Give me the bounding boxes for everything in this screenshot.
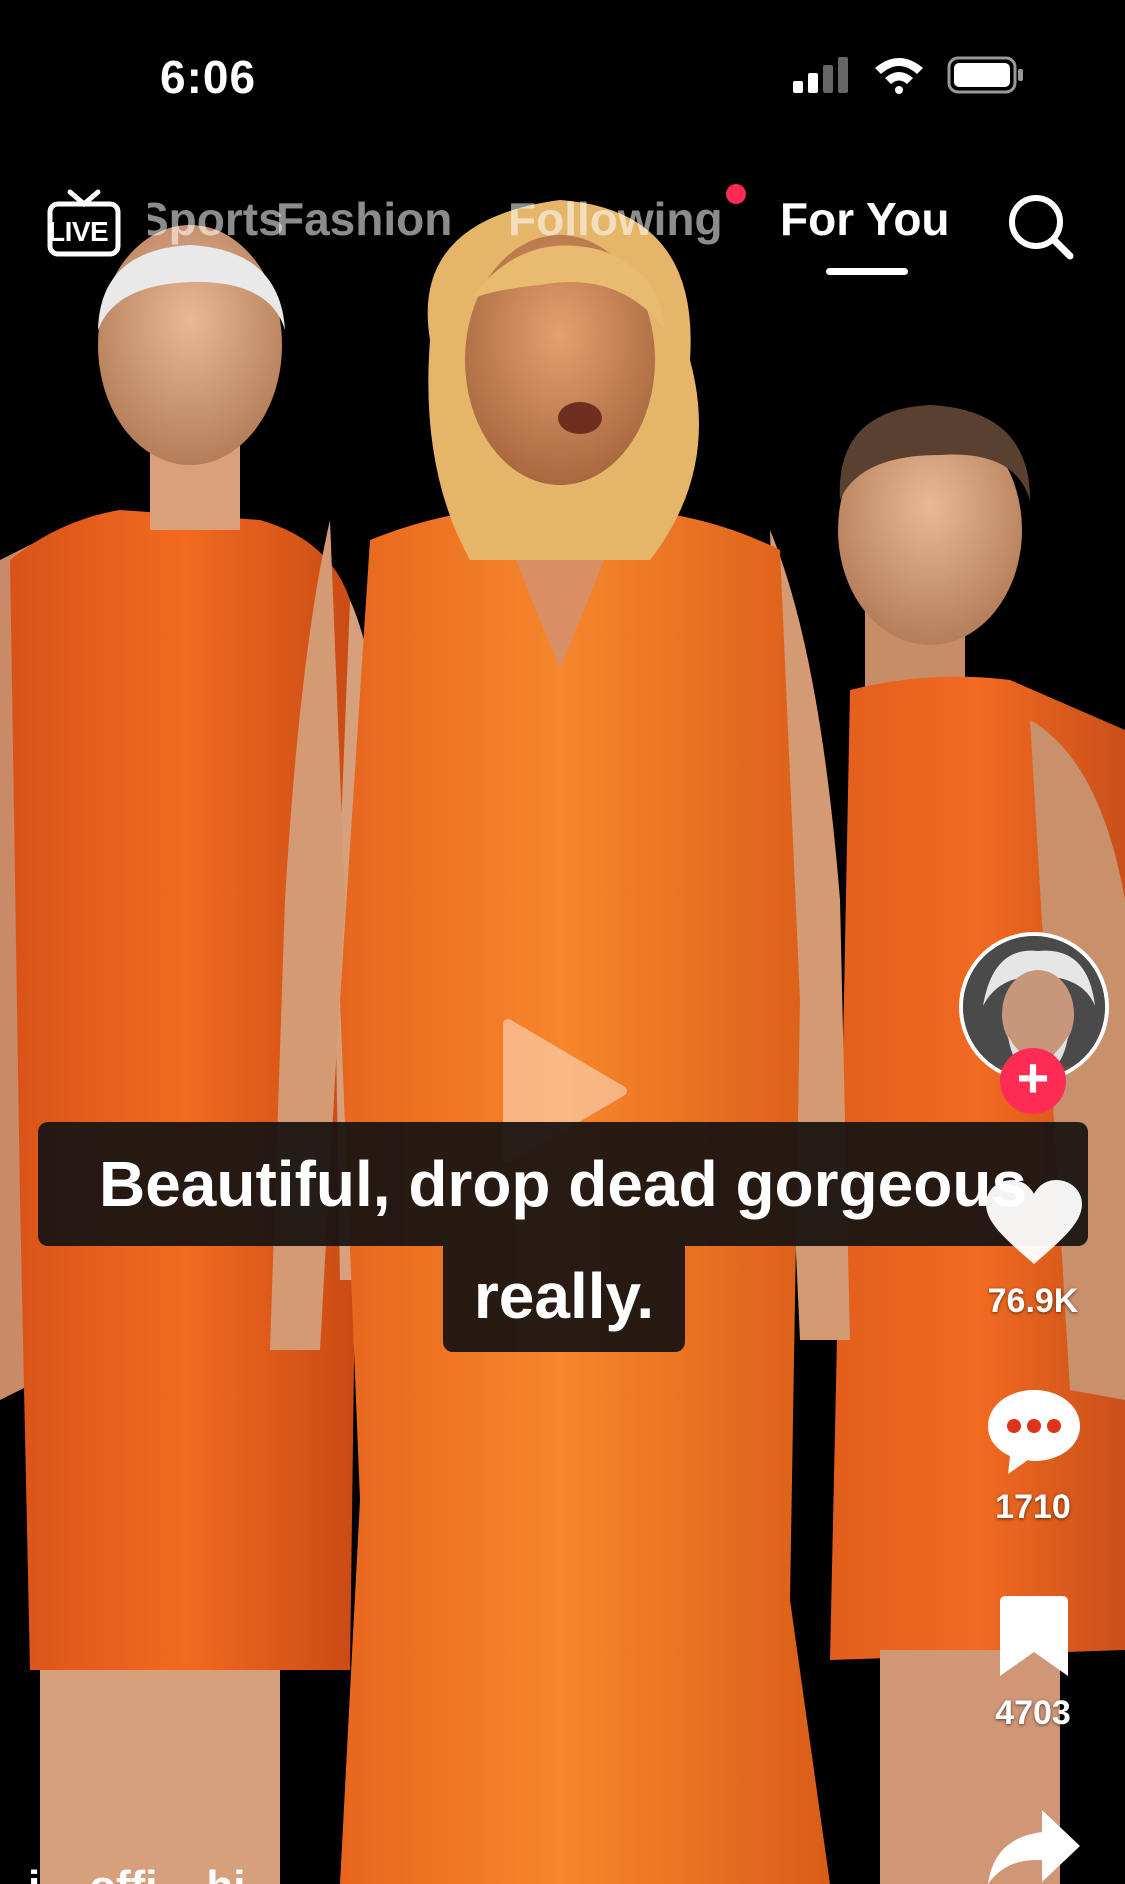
video-description[interactable]: i... offi... hi... (28, 1862, 282, 1884)
like-count: 76.9K (987, 1282, 1079, 1320)
top-nav: LIVE Sports Fashion Following For You (0, 180, 1125, 290)
tab-for-you[interactable]: For You (780, 192, 950, 246)
live-button[interactable]: LIVE (46, 186, 122, 262)
notification-dot (726, 184, 746, 204)
bookmark-icon[interactable] (996, 1594, 1072, 1678)
tab-sports[interactable]: Sports (148, 192, 284, 246)
share-icon[interactable] (986, 1808, 1082, 1884)
tab-following[interactable]: Following (508, 192, 723, 246)
wifi-icon (875, 58, 923, 94)
live-label: LIVE (48, 216, 109, 247)
active-tab-indicator (826, 268, 908, 275)
follow-button[interactable]: + (1000, 1048, 1066, 1114)
caption-line-1: Beautiful, drop dead gorgeous (38, 1122, 1088, 1246)
status-icons (793, 56, 1025, 94)
cellular-signal-icon (793, 57, 848, 93)
caption-line-2: really. (443, 1246, 685, 1352)
comment-icon[interactable] (984, 1386, 1084, 1478)
battery-icon (947, 56, 1023, 94)
heart-icon[interactable] (984, 1178, 1084, 1268)
tab-fashion[interactable]: Fashion (276, 192, 452, 246)
save-count: 4703 (995, 1694, 1071, 1732)
comment-count: 1710 (995, 1488, 1071, 1526)
search-icon[interactable] (1004, 190, 1076, 262)
status-time: 6:06 (160, 51, 257, 103)
status-bar: 6:06 (0, 0, 1125, 150)
